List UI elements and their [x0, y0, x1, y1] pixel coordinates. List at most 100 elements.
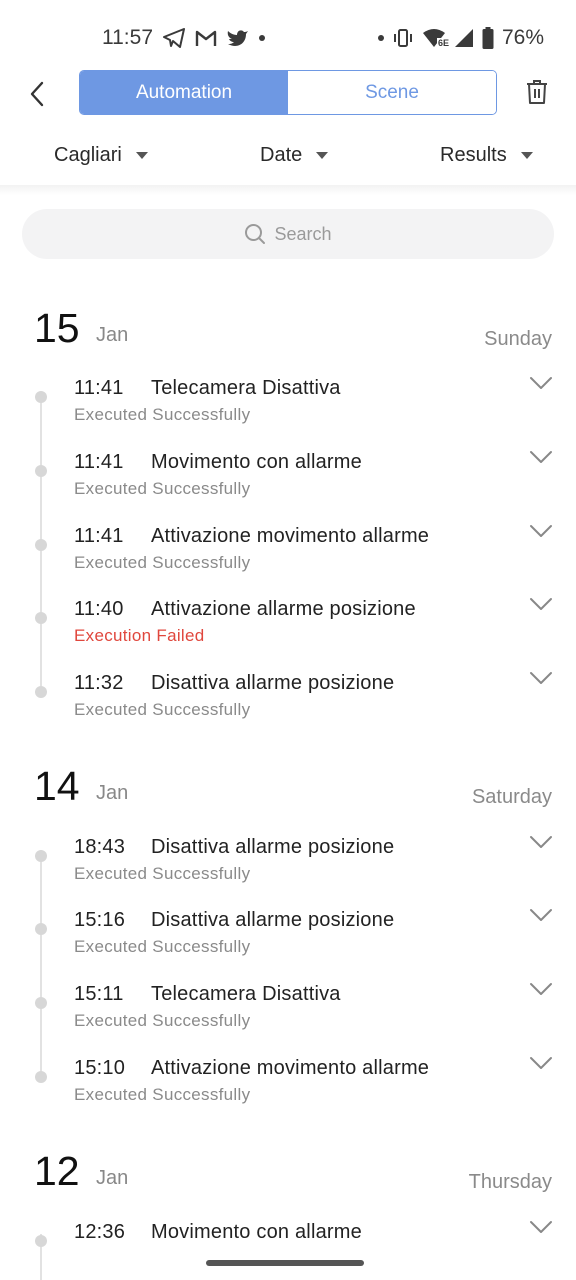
divider — [0, 185, 576, 195]
chevron-down-icon — [530, 598, 552, 610]
entry-name: Movimento con allarme — [151, 451, 362, 473]
expand-button[interactable] — [528, 521, 554, 541]
expand-button[interactable] — [528, 1053, 554, 1073]
tab-automation[interactable]: Automation — [80, 71, 288, 114]
timeline-dot — [35, 612, 47, 624]
entry-title: 15:16 Disattiva allarme posizione — [74, 909, 394, 932]
expand-button[interactable] — [528, 373, 554, 393]
filter-results[interactable]: Results — [440, 144, 533, 167]
entry-status: Executed Successfully — [74, 700, 251, 719]
entry-title: 11:40 Attivazione allarme posizione — [74, 598, 416, 621]
list-item[interactable]: 12:36 Movimento con allarme — [0, 1221, 576, 1280]
trash-icon — [527, 80, 547, 104]
entry-status-failed: Execution Failed — [74, 626, 205, 645]
search-input[interactable]: Search — [22, 209, 554, 259]
day-weekday: Sunday — [484, 328, 552, 350]
filter-location-label: Cagliari — [54, 143, 122, 166]
timeline-dot — [35, 1235, 47, 1247]
chevron-down-icon — [530, 909, 552, 921]
twitter-icon — [227, 29, 249, 47]
chevron-down-icon — [530, 672, 552, 684]
filter-bar: Cagliari Date Results — [0, 130, 576, 180]
status-left: 11:57 — [102, 26, 265, 50]
entry-title: 15:11 Telecamera Disattiva — [74, 983, 341, 1006]
entry-title: 11:32 Disattiva allarme posizione — [74, 672, 394, 695]
wifi-6e-icon: 6E — [422, 28, 450, 48]
status-right: 6E 76% — [377, 26, 544, 50]
entry-status: Executed Successfully — [74, 405, 251, 424]
expand-button[interactable] — [528, 668, 554, 688]
entry-status: Executed Successfully — [74, 1085, 251, 1104]
chevron-down-icon — [530, 451, 552, 463]
notification-dot-icon — [377, 35, 384, 41]
list-item[interactable]: 11:41 Telecamera Disattiva Executed Succe… — [0, 377, 576, 443]
day-header: 12 Jan Thursday — [0, 1151, 576, 1201]
list-item[interactable]: 11:32 Disattiva allarme posizione Execute… — [0, 672, 576, 738]
timeline-dot — [35, 997, 47, 1009]
chevron-down-icon — [530, 836, 552, 848]
expand-button[interactable] — [528, 447, 554, 467]
day-number: 14 — [34, 763, 80, 809]
filter-location[interactable]: Cagliari — [54, 144, 148, 167]
entry-title: 11:41 Telecamera Disattiva — [74, 377, 341, 400]
expand-button[interactable] — [528, 1217, 554, 1237]
chevron-down-icon — [530, 1057, 552, 1069]
expand-button[interactable] — [528, 905, 554, 925]
chevron-down-icon — [530, 525, 552, 537]
day-weekday: Thursday — [468, 1171, 552, 1193]
list-item[interactable]: 15:10 Attivazione movimento allarme Execu… — [0, 1057, 576, 1123]
entry-name: Disattiva allarme posizione — [151, 672, 395, 694]
home-indicator[interactable] — [206, 1260, 364, 1266]
chevron-left-icon — [30, 81, 44, 107]
list-item[interactable]: 11:41 Attivazione movimento allarme Execu… — [0, 525, 576, 591]
entry-name: Movimento con allarme — [151, 1221, 362, 1243]
timeline-dot — [35, 539, 47, 551]
chevron-down-icon — [530, 377, 552, 389]
day-header: 15 Jan Sunday — [0, 308, 576, 358]
list-item[interactable]: 11:41 Movimento con allarme Executed Succ… — [0, 451, 576, 517]
search-placeholder: Search — [274, 223, 332, 244]
entry-name: Attivazione movimento allarme — [151, 1057, 430, 1079]
signal-icon — [454, 28, 474, 48]
day-month: Jan — [96, 782, 129, 804]
expand-button[interactable] — [528, 832, 554, 852]
day-number: 12 — [34, 1148, 80, 1194]
entry-title: 12:36 Movimento con allarme — [74, 1221, 362, 1244]
timeline-dot — [35, 1071, 47, 1083]
entry-status: Executed Successfully — [74, 937, 251, 956]
expand-button[interactable] — [528, 594, 554, 614]
expand-button[interactable] — [528, 979, 554, 999]
status-time: 11:57 — [102, 26, 153, 49]
gmail-icon — [195, 29, 217, 47]
battery-level: 76% — [501, 26, 544, 49]
search-icon — [245, 224, 266, 244]
status-bar: 11:57 6E 76% — [0, 0, 576, 76]
header: Automation Scene — [0, 70, 576, 118]
entry-time: 11:41 — [74, 377, 124, 399]
caret-down-icon — [520, 151, 533, 159]
list-item[interactable]: 18:43 Disattiva allarme posizione Execute… — [0, 836, 576, 902]
filter-date-label: Date — [260, 143, 303, 166]
timeline-dot — [35, 391, 47, 403]
back-button[interactable] — [22, 78, 52, 110]
entry-time: 11:41 — [74, 451, 124, 473]
list-item[interactable]: 15:16 Disattiva allarme posizione Execute… — [0, 909, 576, 975]
vibrate-icon — [392, 29, 414, 47]
tab-scene[interactable]: Scene — [288, 71, 496, 114]
day-weekday: Saturday — [471, 786, 552, 808]
entry-time: 18:43 — [74, 836, 126, 858]
entry-time: 11:41 — [74, 525, 124, 547]
delete-button[interactable] — [524, 76, 550, 108]
entry-status: Executed Successfully — [74, 1011, 251, 1030]
list-item[interactable]: 15:11 Telecamera Disattiva Executed Succe… — [0, 983, 576, 1049]
entry-time: 15:11 — [74, 983, 124, 1005]
timeline-dot — [35, 923, 47, 935]
filter-date[interactable]: Date — [260, 143, 329, 167]
battery-icon — [482, 27, 494, 49]
mode-segmented-control: Automation Scene — [79, 70, 497, 115]
entry-name: Attivazione movimento allarme — [151, 525, 430, 547]
entry-status: Executed Successfully — [74, 479, 251, 498]
telegram-icon — [163, 28, 185, 48]
timeline-dot — [35, 850, 47, 862]
list-item[interactable]: 11:40 Attivazione allarme posizione Execu… — [0, 598, 576, 664]
